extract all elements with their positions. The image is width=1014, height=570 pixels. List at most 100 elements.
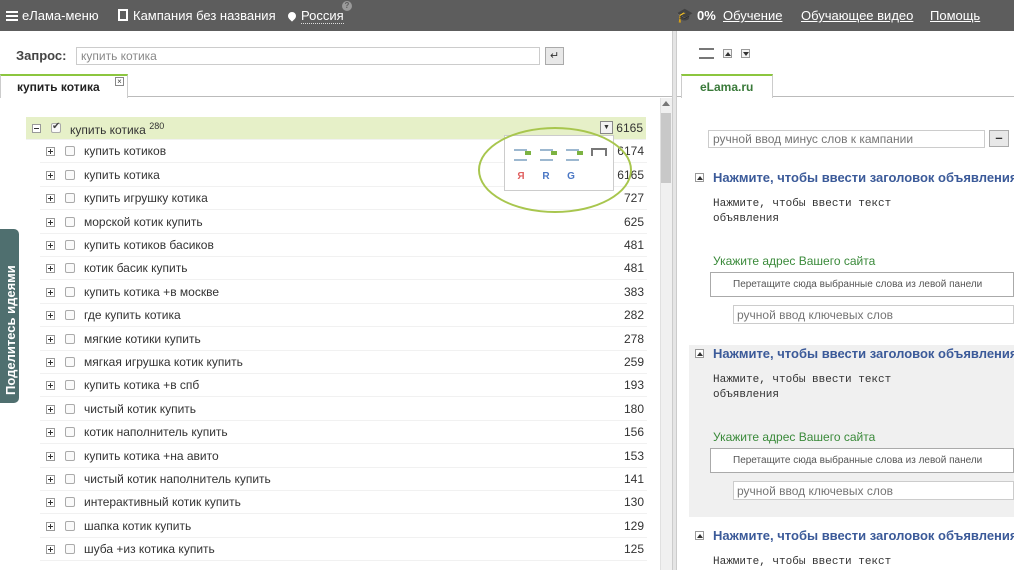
keyword-checkbox[interactable] — [65, 474, 75, 484]
keyword-row[interactable]: где купить котика 282 — [40, 304, 647, 328]
keyword-checkbox[interactable] — [65, 544, 75, 555]
scroll-thumb[interactable] — [661, 113, 671, 183]
move-down-icon[interactable] — [741, 49, 750, 58]
keyword-row[interactable]: чистый котик купить 180 — [40, 398, 647, 421]
share-ideas-tab[interactable]: Поделитесь идеями — [0, 229, 19, 403]
ad-text[interactable]: Нажмите, чтобы ввести текст объявления — [713, 373, 953, 403]
keyword-count: 153 — [623, 448, 644, 463]
tab-elama-label: eLama.ru — [700, 80, 754, 94]
region-help-icon[interactable]: ? — [342, 1, 352, 11]
help-link[interactable]: Помощь — [930, 0, 980, 31]
keyword-row[interactable]: купить котика +в москве 383 — [40, 281, 647, 304]
keyword-row[interactable]: шуба +из котика купить 125 — [40, 538, 647, 562]
expand-icon[interactable] — [46, 241, 55, 250]
keyword-row[interactable]: мягкая игрушка котик купить 259 — [40, 351, 647, 374]
keyword-row[interactable]: мягкие котики купить 278 — [40, 328, 647, 351]
expand-icon[interactable] — [46, 498, 55, 508]
keyword-checkbox[interactable] — [51, 121, 61, 133]
training-video-link[interactable]: Обучающее видео — [801, 0, 913, 31]
keyword-text: котик басик купить — [84, 261, 188, 276]
expand-icon[interactable] — [46, 428, 55, 438]
elama-menu-button[interactable]: eЛама-меню — [6, 0, 99, 31]
tab-query[interactable]: купить котика — [0, 74, 128, 98]
expand-icon[interactable] — [46, 194, 55, 204]
keyword-row[interactable]: шапка котик купить 129 — [40, 515, 647, 538]
minus-words-button[interactable]: – — [989, 130, 1009, 147]
ad-text[interactable]: Нажмите, чтобы ввести текст — [713, 555, 953, 570]
add-ad-icon[interactable] — [699, 48, 714, 59]
ad-title[interactable]: Нажмите, чтобы ввести заголовок объявлен… — [713, 528, 1014, 543]
keyword-checkbox[interactable] — [65, 263, 75, 274]
row-actions-dropdown[interactable]: ▼ — [600, 121, 613, 134]
keyword-row[interactable]: чистый котик наполнитель купить 141 — [40, 468, 647, 491]
expand-icon[interactable] — [46, 381, 55, 391]
keyword-row[interactable]: купить котиков басиков 481 — [40, 234, 647, 257]
campaign-minus-words-input[interactable] — [708, 130, 985, 148]
keyword-checkbox[interactable] — [65, 380, 75, 391]
manual-keyword-input[interactable] — [733, 481, 1014, 500]
expand-icon[interactable] — [46, 521, 55, 531]
keyword-checkbox[interactable] — [65, 357, 75, 367]
keyword-checkbox[interactable] — [65, 497, 75, 508]
keyword-drop-zone[interactable]: Перетащите сюда выбранные слова из левой… — [710, 272, 1014, 297]
keyword-row[interactable]: купить котика +в спб 193 — [40, 374, 647, 398]
expand-icon[interactable] — [46, 264, 55, 274]
collapse-ad-icon[interactable] — [695, 173, 704, 182]
keyword-text: купить игрушку котика — [84, 191, 208, 206]
keyword-checkbox[interactable] — [65, 310, 75, 321]
ad-text[interactable]: Нажмите, чтобы ввести текст объявления — [713, 197, 953, 227]
expand-icon[interactable] — [46, 147, 55, 157]
close-tab-icon[interactable]: × — [115, 77, 124, 86]
expand-icon[interactable] — [46, 545, 55, 555]
keyword-text: купить котика +на авито — [84, 448, 219, 463]
move-up-icon[interactable] — [723, 49, 732, 58]
expand-icon[interactable] — [46, 217, 55, 227]
keyword-row[interactable]: интерактивный котик купить 130 — [40, 491, 647, 515]
learning-link[interactable]: Обучение — [723, 0, 782, 31]
scroll-up-arrow-icon[interactable] — [662, 101, 670, 106]
expand-icon[interactable] — [46, 311, 55, 321]
keyword-checkbox[interactable] — [65, 520, 75, 531]
ad-title[interactable]: Нажмите, чтобы ввести заголовок объявлен… — [713, 346, 1014, 361]
manual-keyword-input[interactable] — [733, 305, 1014, 324]
keyword-checkbox[interactable] — [65, 169, 75, 180]
keyword-row[interactable]: морской котик купить 625 — [40, 211, 647, 234]
keyword-checkbox[interactable] — [65, 403, 75, 414]
keyword-checkbox[interactable] — [65, 146, 75, 157]
collapse-ad-icon[interactable] — [695, 531, 704, 540]
ad-title[interactable]: Нажмите, чтобы ввести заголовок объявлен… — [713, 170, 1014, 185]
keyword-checkbox[interactable] — [65, 333, 75, 344]
keyword-checkbox[interactable] — [65, 216, 75, 227]
expand-icon[interactable] — [46, 451, 55, 461]
keyword-row[interactable]: котик наполнитель купить 156 — [40, 421, 647, 445]
query-submit-button[interactable]: ↵ — [545, 47, 564, 65]
collapse-icon[interactable] — [32, 124, 41, 133]
keyword-row[interactable]: купить котика +на авито 153 — [40, 445, 647, 468]
expand-icon[interactable] — [46, 334, 55, 344]
hamburger-icon — [6, 11, 18, 21]
keyword-drop-zone[interactable]: Перетащите сюда выбранные слова из левой… — [710, 448, 1014, 473]
keyword-text: шапка котик купить — [84, 518, 192, 533]
ad-site-link[interactable]: Укажите адрес Вашего сайта — [713, 254, 875, 268]
expand-icon[interactable] — [46, 358, 55, 367]
region-name: Россия — [301, 8, 344, 24]
campaign-selector[interactable]: Кампания без названия — [118, 0, 276, 31]
expand-icon[interactable] — [46, 287, 55, 297]
keyword-row[interactable]: котик басик купить 481 — [40, 257, 647, 281]
keyword-checkbox[interactable] — [65, 286, 75, 297]
query-input[interactable] — [76, 47, 540, 65]
expand-icon[interactable] — [46, 170, 55, 180]
keyword-checkbox[interactable] — [65, 240, 75, 250]
keyword-count: 6165 — [616, 121, 643, 135]
collapse-ad-icon[interactable] — [695, 349, 704, 358]
keyword-checkbox[interactable] — [65, 193, 75, 204]
expand-icon[interactable] — [46, 475, 55, 484]
keyword-checkbox[interactable] — [65, 427, 75, 438]
ad-site-link[interactable]: Укажите адрес Вашего сайта — [713, 430, 875, 444]
keyword-count: 727 — [623, 191, 644, 206]
keyword-checkbox[interactable] — [65, 450, 75, 461]
expand-icon[interactable] — [46, 404, 55, 414]
tab-elama[interactable]: eLama.ru — [681, 74, 773, 98]
keyword-text: мягкая игрушка котик купить — [84, 355, 243, 369]
region-selector[interactable]: Россия — [286, 0, 344, 31]
